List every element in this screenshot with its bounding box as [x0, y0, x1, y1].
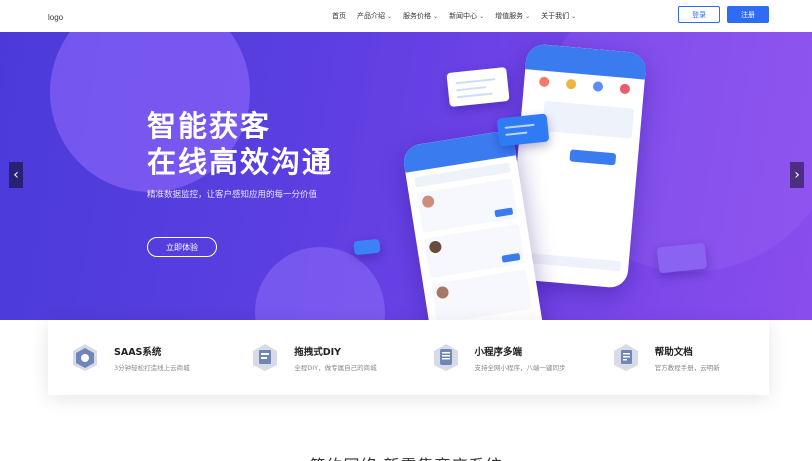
floating-message-card [353, 238, 381, 256]
nav-item-about[interactable]: 关于我们 ⌄ [541, 11, 576, 21]
diy-icon [253, 344, 278, 371]
tag-button [501, 252, 521, 263]
logo[interactable]: logo [48, 13, 63, 22]
tag-button [494, 207, 514, 218]
feature-card-help[interactable]: 帮助文档 官方教程手册，云明新 [589, 320, 769, 395]
floating-message-card [656, 242, 708, 274]
hero-banner: 智能获客 在线高效沟通 精准数据监控，让客户感知应用的每一分价值 立即体验 ‹ … [0, 32, 812, 320]
nav-label: 新闻中心 [449, 12, 478, 20]
hero-headline-line2: 在线高效沟通 [147, 145, 334, 179]
avatar [435, 285, 450, 300]
register-button[interactable]: 注册 [727, 6, 769, 23]
chevron-down-icon: ⌄ [479, 12, 485, 20]
floating-message-card [496, 113, 550, 147]
nav-item-home[interactable]: 首页 [332, 11, 346, 21]
hero-subline: 精准数据监控，让客户感知应用的每一分价值 [147, 190, 318, 200]
avatar [421, 194, 436, 209]
chat-message [569, 149, 617, 166]
feature-desc: 全程DIY，做专属自己的商城 [294, 364, 377, 372]
saas-icon [73, 344, 97, 371]
nav-item-pricing[interactable]: 服务价格 ⌄ [403, 11, 438, 21]
hero-headline-line1: 智能获客 [147, 109, 272, 143]
feature-title: 小程序多端 [474, 347, 523, 358]
chevron-down-icon: ⌄ [525, 12, 531, 20]
nav-label: 增值服务 [495, 12, 524, 20]
customer-card [431, 269, 533, 320]
chevron-down-icon: ⌄ [571, 12, 577, 20]
decorative-circle [255, 247, 385, 320]
top-header: logo 首页 产品介绍 ⌄ 服务价格 ⌄ 新闻中心 ⌄ 增值服务 ⌄ 关于我们 ⌄ 登录… [0, 0, 812, 32]
feature-title: SAAS系统 [114, 347, 162, 358]
customer-card [416, 178, 518, 233]
nav-label: 首页 [332, 12, 346, 20]
try-now-button[interactable]: 立即体验 [147, 237, 217, 257]
section-title: 简约网络 新零售商店系统 [0, 452, 812, 461]
feature-desc: 支持全网小程序，八端一键同步 [474, 364, 566, 372]
carousel-prev-button[interactable]: ‹ [9, 162, 23, 188]
chat-message [541, 100, 635, 139]
feature-title: 拖拽式DIY [294, 347, 342, 358]
chevron-down-icon: ⌄ [433, 12, 439, 20]
feature-title: 帮助文档 [654, 347, 693, 358]
nav-item-products[interactable]: 产品介绍 ⌄ [357, 11, 392, 21]
chevron-down-icon: ⌄ [387, 12, 393, 20]
help-doc-icon [613, 344, 638, 371]
miniprogram-icon [433, 344, 458, 371]
avatar [428, 240, 443, 254]
feature-cards: SAAS系统 3分钟轻松打造线上云商城 拖拽式DIY 全程DIY，做专属自己的商… [48, 320, 769, 395]
nav-item-news[interactable]: 新闻中心 ⌄ [449, 11, 484, 21]
hero-headline: 智能获客 在线高效沟通 [147, 108, 333, 180]
customer-card [423, 223, 526, 279]
login-button[interactable]: 登录 [678, 6, 720, 23]
feature-card-miniprogram[interactable]: 小程序多端 支持全网小程序，八端一键同步 [409, 320, 589, 395]
nav-label: 产品介绍 [357, 12, 385, 20]
floating-message-card [446, 66, 510, 108]
feature-card-diy[interactable]: 拖拽式DIY 全程DIY，做专属自己的商城 [228, 320, 408, 395]
carousel-next-button[interactable]: › [790, 162, 804, 188]
nav-label: 服务价格 [403, 12, 432, 20]
nav-item-services[interactable]: 增值服务 ⌄ [495, 11, 530, 21]
feature-desc: 3分钟轻松打造线上云商城 [114, 364, 190, 372]
feature-card-saas[interactable]: SAAS系统 3分钟轻松打造线上云商城 [48, 320, 228, 395]
main-nav: 首页 产品介绍 ⌄ 服务价格 ⌄ 新闻中心 ⌄ 增值服务 ⌄ 关于我们 ⌄ [332, 0, 587, 32]
nav-label: 关于我们 [541, 12, 570, 20]
feature-desc: 官方教程手册，云明新 [654, 364, 720, 372]
